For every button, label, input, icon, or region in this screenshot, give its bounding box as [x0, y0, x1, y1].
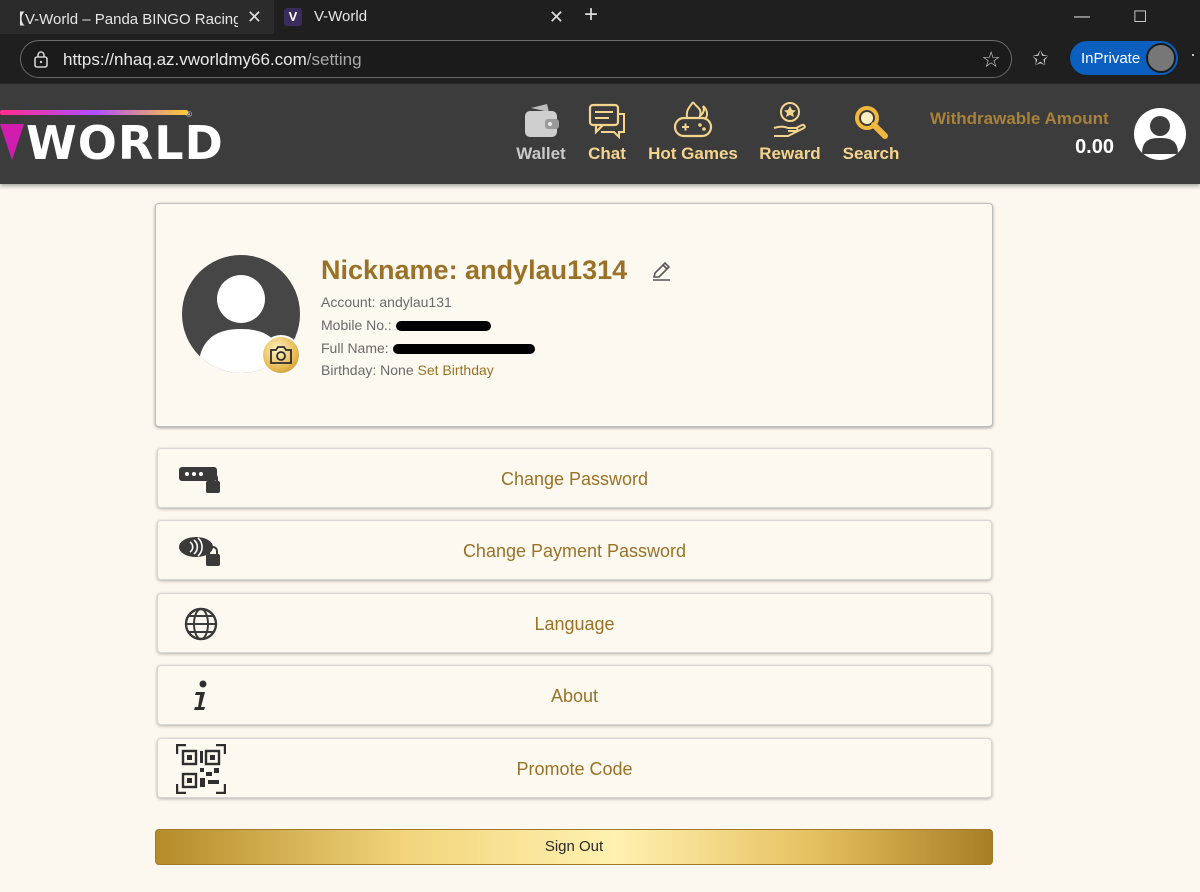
nav-wallet[interactable]: Wallet: [512, 98, 570, 164]
chat-icon: [588, 103, 625, 140]
inprivate-label: InPrivate: [1081, 49, 1141, 67]
birthday-label: Birthday: None: [321, 362, 414, 378]
address-bar[interactable]: https://nhaq.az.vworldmy66.com/setting ☆: [20, 40, 1012, 78]
favorites-icon[interactable]: ✩: [1032, 46, 1049, 71]
url-text: https://nhaq.az.vworldmy66.com/setting: [63, 50, 362, 69]
fullname-line: Full Name:: [321, 340, 535, 356]
site-header: WORLD ® Wallet Chat Hot Games Reward Sea…: [0, 84, 1200, 184]
more-menu-icon[interactable]: ·: [1190, 44, 1196, 65]
new-tab-icon[interactable]: +: [584, 1, 598, 29]
withdrawable-amount-value: 0.00: [1075, 136, 1114, 158]
profile-card: Nickname: andylau1314 Account: andylau13…: [155, 203, 993, 427]
change-photo-button[interactable]: [261, 335, 301, 375]
wallet-icon: [525, 104, 559, 137]
nav-chat[interactable]: Chat: [584, 98, 630, 164]
nav-hot-games-label: Hot Games: [648, 144, 738, 163]
fullname-label: Full Name:: [321, 340, 389, 356]
user-avatar-button[interactable]: [1134, 108, 1186, 160]
nav-chat-label: Chat: [588, 144, 626, 163]
logo-bar: [0, 110, 188, 115]
language-label: Language: [534, 614, 615, 634]
language-button[interactable]: Language: [157, 593, 992, 653]
browser-toolbar: https://nhaq.az.vworldmy66.com/setting ☆…: [0, 34, 1200, 84]
minimize-icon[interactable]: —: [1074, 0, 1090, 34]
nav-reward-label: Reward: [759, 144, 821, 163]
browser-tab-vworld[interactable]: V V-World ✕: [274, 0, 576, 34]
change-password-label: Change Password: [500, 469, 649, 489]
browser-tab-panda[interactable]: 【V-World – Panda BINGO Racing ✕: [0, 0, 274, 34]
promote-code-label: Promote Code: [516, 759, 633, 779]
change-payment-password-button[interactable]: Change Payment Password: [157, 520, 992, 580]
nav-reward[interactable]: Reward: [757, 98, 823, 164]
redaction-mark: [392, 344, 535, 355]
favorite-star-icon[interactable]: ☆: [981, 47, 1001, 73]
withdrawable-amount-label: Withdrawable Amount: [930, 109, 1109, 128]
search-icon: [855, 106, 888, 139]
nav-search-label: Search: [842, 144, 900, 163]
reward-icon: [773, 102, 806, 137]
redaction-mark: [395, 321, 491, 332]
nav-hot-games[interactable]: Hot Games: [645, 98, 741, 164]
sign-out-button[interactable]: Sign Out: [155, 829, 993, 865]
inprivate-button[interactable]: InPrivate: [1070, 41, 1178, 75]
profile-avatar-icon: [1146, 43, 1176, 73]
about-button[interactable]: About: [157, 665, 992, 725]
mobile-label: Mobile No.:: [321, 317, 392, 333]
maximize-icon[interactable]: ☐: [1133, 0, 1147, 34]
hot-games-icon: [673, 101, 713, 138]
nav-search[interactable]: Search: [838, 98, 904, 164]
about-label: About: [550, 686, 599, 706]
user-icon: [1142, 116, 1178, 154]
vworld-favicon-icon: V: [284, 8, 302, 26]
lock-icon: [34, 51, 48, 68]
camera-icon: [270, 346, 292, 364]
browser-tabstrip: 【V-World – Panda BINGO Racing ✕ V V-Worl…: [0, 0, 1200, 34]
set-birthday-link[interactable]: Set Birthday: [418, 362, 494, 378]
nav-wallet-label: Wallet: [516, 144, 566, 163]
close-icon[interactable]: ✕: [247, 7, 262, 28]
account-line: Account: andylau131: [321, 294, 452, 310]
logo-v-icon: [0, 124, 24, 160]
tab-title: V-World: [314, 8, 368, 25]
birthday-line: Birthday: None Set Birthday: [321, 362, 494, 378]
registered-mark-icon: ®: [186, 110, 192, 119]
vworld-logo[interactable]: WORLD ®: [0, 106, 223, 170]
mobile-line: Mobile No.:: [321, 317, 491, 333]
change-payment-password-label: Change Payment Password: [462, 541, 687, 561]
change-password-button[interactable]: Change Password: [157, 448, 992, 508]
promote-code-button[interactable]: Promote Code: [157, 738, 992, 798]
logo-text: WORLD: [26, 116, 224, 170]
tab-title: 【V-World – Panda BINGO Racing: [10, 11, 238, 28]
edit-nickname-icon[interactable]: [650, 260, 672, 282]
close-icon[interactable]: ✕: [549, 7, 564, 28]
nickname-title: Nickname: andylau1314: [321, 255, 628, 285]
